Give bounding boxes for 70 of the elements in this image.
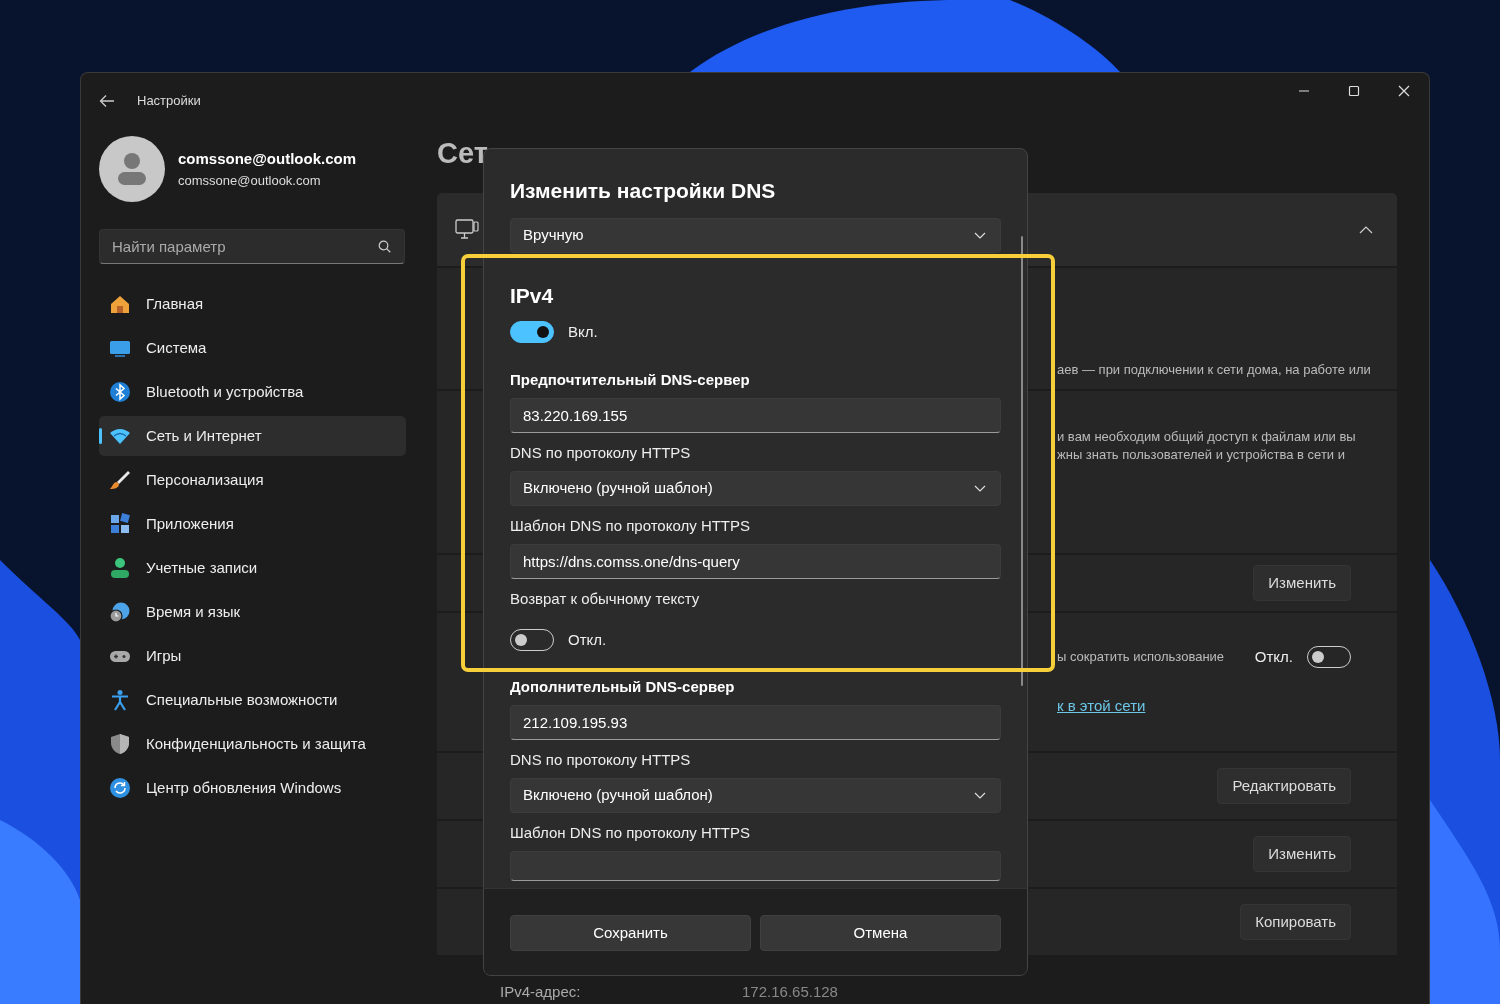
globe-clock-icon [109, 601, 131, 623]
chevron-down-icon [974, 792, 986, 799]
description-text: жны знать пользователей и устройства в сети и [1057, 446, 1346, 464]
action-button[interactable]: Редактировать [1217, 767, 1351, 805]
sidebar-item[interactable]: Конфиденциальность и защита [99, 724, 406, 764]
close-icon [1398, 85, 1410, 97]
sidebar-item[interactable]: Главная [99, 284, 406, 324]
sidebar-item[interactable]: Приложения [99, 504, 406, 544]
input-field[interactable] [510, 851, 1001, 881]
account-email: comssone@outlook.com [178, 171, 322, 190]
input-field[interactable]: 212.109.195.93 [510, 705, 1001, 740]
sidebar-item[interactable]: Сеть и Интернет [99, 416, 406, 456]
bluetooth-icon [109, 381, 131, 403]
sidebar-item[interactable]: Bluetooth и устройства [99, 372, 406, 412]
property-value: 172.16.65.128 [742, 983, 838, 1001]
shield-icon [109, 733, 131, 755]
sync-arrows-icon [109, 777, 131, 799]
dropdown[interactable]: Вручную [510, 218, 1001, 253]
toggle-label: Откл. [1254, 646, 1293, 667]
chevron-down-icon [974, 484, 986, 492]
dialog-button[interactable]: Отмена [760, 915, 1001, 951]
page-heading: Сет [437, 136, 489, 171]
input-field[interactable]: https://dns.comss.one/dns-query [510, 543, 1001, 579]
sidebar-item[interactable]: Игры [99, 636, 406, 676]
chevron-down-icon [974, 232, 986, 239]
sidebar-item[interactable]: Время и язык [99, 592, 406, 632]
field-label: DNS по протоколу HTTPS [510, 750, 692, 770]
brush-icon [109, 469, 131, 491]
field-label: Возврат к обычному тексту [510, 588, 701, 609]
field-label: Шаблон DNS по протоколу HTTPS [510, 515, 752, 536]
dropdown[interactable]: Включено (ручной шаблон) [510, 470, 1001, 506]
window-title: Настройки [137, 92, 201, 111]
input-field[interactable]: 83.220.169.155 [510, 397, 1001, 433]
scrollbar[interactable] [1021, 236, 1023, 686]
action-button[interactable]: Копировать [1240, 903, 1351, 941]
apps-grid-icon [109, 513, 131, 535]
sidebar-item[interactable]: Учетные записи [99, 548, 406, 588]
accessibility-figure-icon [109, 689, 131, 711]
field-label: Шаблон DNS по протоколу HTTPS [510, 823, 752, 843]
back-arrow-icon[interactable] [99, 94, 115, 108]
field-title: Дополнительный DNS-сервер [510, 677, 736, 697]
search-icon [378, 240, 391, 253]
dropdown[interactable]: Включено (ручной шаблон) [510, 778, 1001, 813]
account-name: comssone@outlook.com [178, 149, 356, 169]
search-field[interactable]: Найти параметр [99, 229, 405, 264]
sidebar-item[interactable]: Специальные возможности [99, 680, 406, 720]
toggle-switch[interactable] [510, 321, 554, 344]
dialog-button[interactable]: Сохранить [510, 915, 751, 951]
ethernet-monitor-icon [455, 217, 479, 242]
section-heading: IPv4 [510, 283, 555, 309]
sidebar-item[interactable]: Центр обновления Windows [99, 768, 406, 808]
field-label: DNS по протоколу HTTPS [510, 442, 692, 463]
dialog-title: Изменить настройки DNS [510, 178, 777, 204]
description-text: аев — при подключении к сети дома, на работе или [1057, 361, 1371, 379]
toggle-label: Вкл. [568, 322, 598, 342]
description-text: и вам необходим общий доступ к файлам или вы [1057, 428, 1356, 446]
sidebar-item[interactable]: Персонализация [99, 460, 406, 500]
person-silhouette-icon [115, 152, 149, 186]
house-icon [109, 293, 131, 315]
action-button[interactable]: Изменить [1253, 835, 1351, 873]
chevron-up-icon[interactable] [1359, 225, 1373, 234]
toggle-label: Откл. [568, 629, 607, 650]
action-button[interactable]: Изменить [1253, 564, 1351, 602]
maximize-icon [1348, 85, 1360, 97]
network-link[interactable]: к в этой сети [1057, 697, 1146, 715]
field-title: Предпочтительный DNS-сервер [510, 369, 751, 390]
sidebar-item[interactable]: Система [99, 328, 406, 368]
description-text: ы сократить использование [1057, 648, 1225, 666]
person-icon [109, 557, 131, 579]
property-label: IPv4-адрес: [500, 983, 582, 1001]
